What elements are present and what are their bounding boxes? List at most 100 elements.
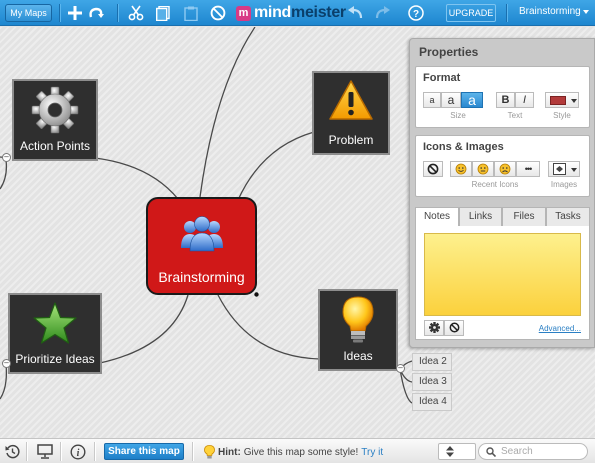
style-color-picker[interactable] [545,92,579,108]
notes-textarea[interactable] [424,233,581,316]
up-down-icon [446,446,454,457]
italic-button[interactable]: I [515,92,534,108]
toolbar-separator [60,442,61,461]
my-maps-button[interactable]: My Maps [5,4,52,22]
bold-button[interactable]: B [496,92,515,108]
top-toolbar: My Maps m mindmeister ? UPGRADE Brainsto… [0,0,595,26]
topic-action-points[interactable]: Action Points [12,79,98,161]
color-swatch [550,96,566,105]
tab-files[interactable]: Files [502,207,546,227]
recent-icon-smile[interactable] [450,161,472,177]
search-icon [486,447,496,457]
star-icon [33,302,77,344]
subtopic-idea-2[interactable]: Idea 2 [412,353,452,371]
mindmeister-logo[interactable]: m mindmeister [236,3,346,23]
hint-label: Hint: [218,446,241,458]
delete-icon [449,322,459,333]
hint-bar: Hint: Give this map some style! Try it [204,445,383,459]
images-picker[interactable] [548,161,580,177]
upgrade-button[interactable]: UPGRADE [446,4,496,22]
notes-panel: Advanced... [415,226,590,340]
format-title: Format [423,72,461,84]
subtopic-idea-4[interactable]: Idea 4 [412,393,452,411]
tab-notes[interactable]: Notes [415,207,459,227]
map-title-menu[interactable]: Brainstorming [519,6,581,17]
tab-tasks[interactable]: Tasks [546,207,590,227]
logo-text: mindmeister [254,4,346,22]
logo-mark: m [236,5,251,21]
logo-text-part1: mind [254,4,292,21]
topic-problem[interactable]: Problem [312,71,390,155]
lightbulb-icon [342,296,374,343]
paste-icon[interactable] [182,4,200,22]
logo-text-part2: meister [291,4,346,21]
recent-icon-neutral[interactable] [472,161,494,177]
copy-icon[interactable] [154,4,172,22]
font-size-large-button[interactable]: a [461,92,483,108]
properties-panel: Properties Format a a a B I Size Text St… [409,38,595,348]
smiley-icon [455,163,467,175]
group-icon [181,216,223,252]
central-topic-label: Brainstorming [158,269,245,285]
toolbar-separator [59,4,60,22]
no-icon-button[interactable] [423,161,443,177]
icons-images-section: Icons & Images ••• Recent Icons Images [415,135,590,197]
info-icon[interactable]: i [69,443,87,460]
toolbar-separator [506,4,507,22]
collapse-toggle[interactable]: – [396,364,405,373]
font-size-medium-button[interactable]: a [441,92,461,108]
neutral-face-icon [477,163,489,175]
toolbar-separator [192,442,193,461]
properties-tabs: Notes Links Files Tasks [415,207,590,227]
help-icon[interactable]: ? [407,4,425,22]
reconnect-icon[interactable] [87,4,105,22]
gear-icon [31,86,79,134]
notes-settings-button[interactable] [424,320,444,336]
history-icon[interactable] [3,443,21,460]
topic-label: Problem [328,133,374,147]
lightbulb-icon [204,445,215,459]
subtopic-idea-3[interactable]: Idea 3 [412,373,452,391]
chevron-down-icon [571,168,577,172]
topic-prioritize-ideas[interactable]: Prioritize Ideas [8,293,102,374]
more-icons-button[interactable]: ••• [516,161,540,177]
undo-icon[interactable] [346,4,364,22]
notes-clear-button[interactable] [444,320,464,336]
search-input[interactable]: Search [478,443,588,460]
chevron-down-icon [571,99,577,103]
central-topic[interactable]: Brainstorming [146,197,257,295]
collapse-toggle[interactable]: – [2,359,11,368]
share-map-button[interactable]: Share this map [104,443,184,460]
size-label: Size [450,111,466,120]
images-label: Images [550,180,578,189]
zoom-stepper[interactable] [438,443,476,460]
resize-handle[interactable] [253,291,260,298]
search-placeholder: Search [501,446,533,457]
style-label: Style [553,111,571,120]
redo-icon[interactable] [374,4,392,22]
tab-links[interactable]: Links [459,207,502,227]
chevron-down-icon[interactable] [583,10,589,14]
topic-label: Action Points [19,139,91,153]
recent-icon-sad[interactable] [494,161,516,177]
image-icon [553,163,566,175]
format-section: Format a a a B I Size Text Style [415,66,590,128]
properties-title: Properties [419,45,479,59]
topic-ideas[interactable]: Ideas [318,289,398,371]
toolbar-separator [94,442,95,461]
advanced-link[interactable]: Advanced... [539,324,581,333]
toolbar-separator [117,4,118,22]
add-icon[interactable] [66,4,84,22]
font-size-small-button[interactable]: a [423,92,441,108]
topic-label: Prioritize Ideas [15,352,95,366]
presentation-icon[interactable] [36,443,54,460]
toolbar-separator [26,442,27,461]
collapse-toggle[interactable]: – [2,153,11,162]
svg-text:i: i [77,448,80,459]
hint-text: Give this map some style! [243,446,359,458]
icons-images-title: Icons & Images [423,141,504,153]
delete-icon[interactable] [209,4,227,22]
cut-icon[interactable] [127,4,145,22]
text-label: Text [507,111,523,120]
hint-try-link[interactable]: Try it [361,447,383,458]
